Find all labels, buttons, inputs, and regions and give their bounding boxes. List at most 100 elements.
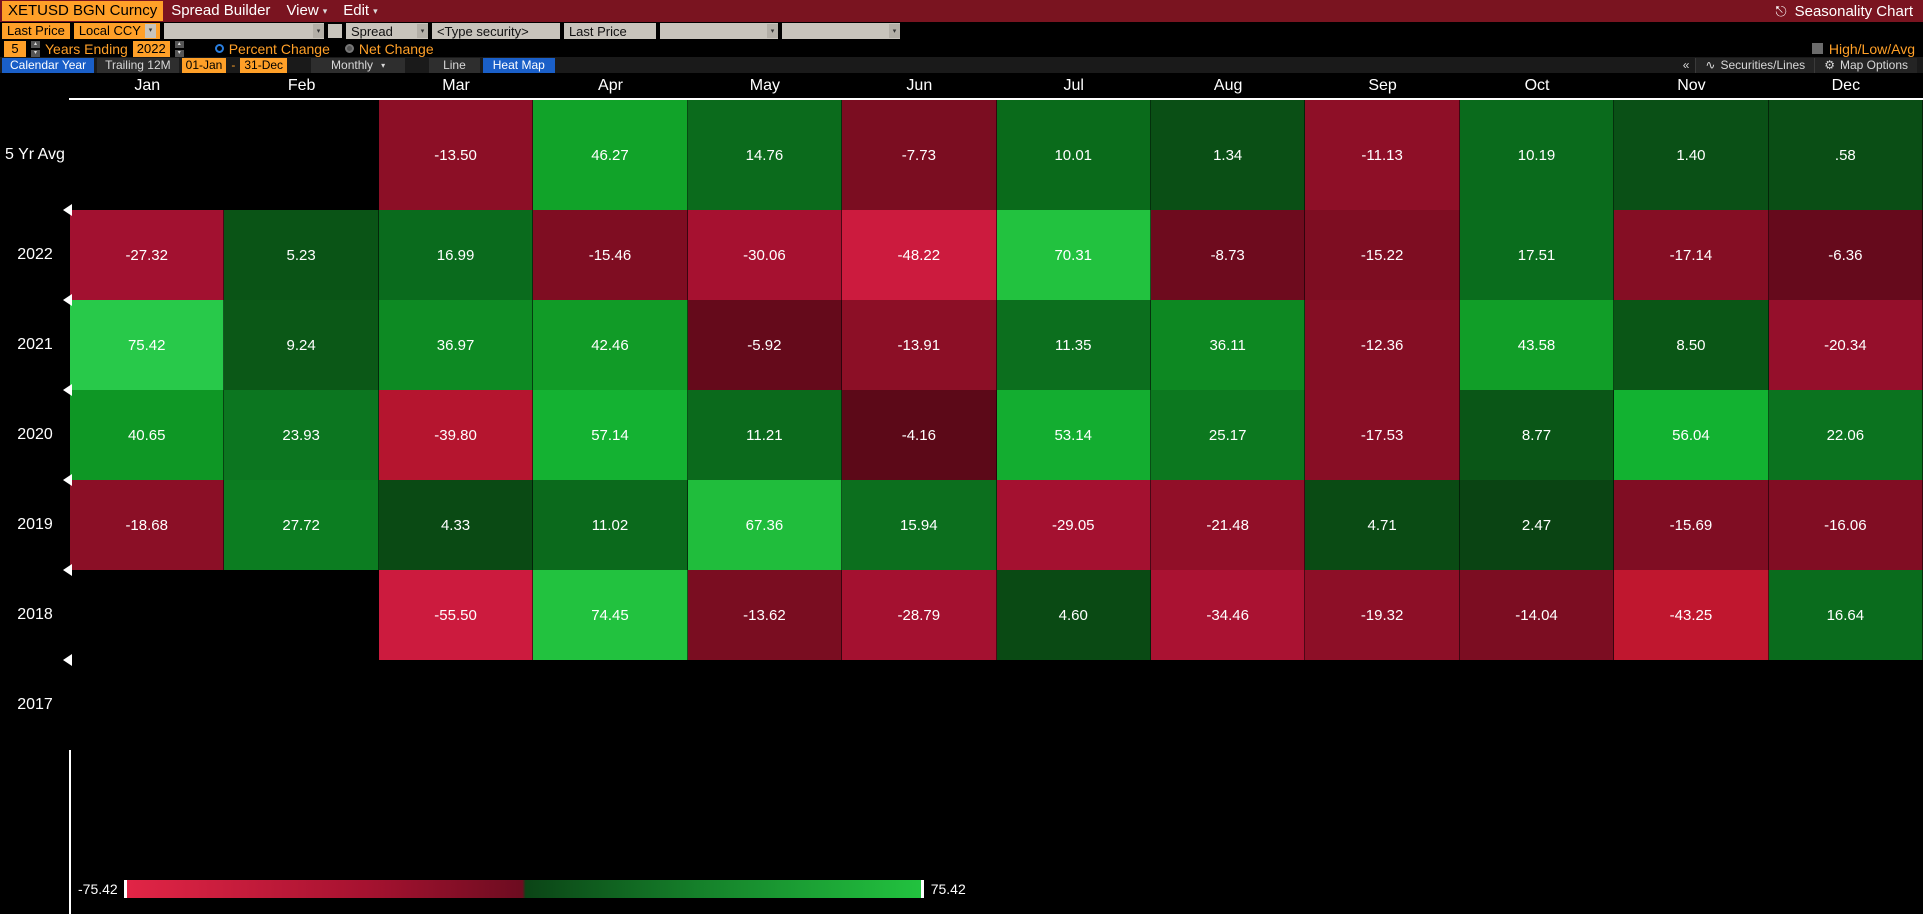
heatmap-cell[interactable] xyxy=(1305,660,1460,750)
external-link-icon[interactable]: ⎋ xyxy=(1776,4,1787,18)
tab-line[interactable]: Line xyxy=(429,57,480,73)
spread-field[interactable]: Spread ▾ xyxy=(345,23,428,39)
heatmap-cell[interactable]: 53.14 xyxy=(996,390,1151,480)
heatmap-cell[interactable]: 56.04 xyxy=(1614,390,1769,480)
heatmap-cell[interactable]: 15.94 xyxy=(842,480,997,570)
last-price-field-2[interactable]: Last Price xyxy=(563,23,656,39)
heatmap-cell[interactable]: -6.36 xyxy=(1768,210,1923,300)
heatmap-cell[interactable]: 25.17 xyxy=(1150,390,1306,480)
menu-spread-builder[interactable]: Spread Builder xyxy=(163,1,278,21)
last-price-chip[interactable]: Last Price xyxy=(2,23,70,39)
chevron-down-icon[interactable]: ▾ xyxy=(766,24,778,38)
years-count-stepper[interactable]: ▴ ▾ xyxy=(31,40,40,57)
heatmap-cell[interactable]: 4.33 xyxy=(378,480,534,570)
heatmap-cell[interactable]: -48.22 xyxy=(842,210,997,300)
heatmap-cell[interactable] xyxy=(378,660,534,750)
heatmap-cell[interactable]: -17.14 xyxy=(1614,210,1769,300)
heatmap-cell[interactable]: 10.19 xyxy=(1459,100,1615,210)
heatmap-cell[interactable]: -7.73 xyxy=(842,100,997,210)
heatmap-cell[interactable]: 57.14 xyxy=(533,390,688,480)
heatmap-cell[interactable]: -5.92 xyxy=(687,300,843,390)
blank-field-3[interactable]: ▾ xyxy=(781,23,900,39)
heatmap-cell[interactable] xyxy=(533,660,688,750)
chevron-down-icon[interactable]: ▾ xyxy=(312,24,324,38)
heatmap-cell[interactable]: 8.50 xyxy=(1614,300,1769,390)
heatmap-cell[interactable]: 27.72 xyxy=(224,480,379,570)
date-end-input[interactable]: 31-Dec xyxy=(240,57,288,73)
heatmap-cell[interactable] xyxy=(70,660,225,750)
color-swatch-button[interactable] xyxy=(327,24,342,38)
checkbox-icon[interactable] xyxy=(1811,43,1823,54)
heatmap-cell[interactable]: 17.51 xyxy=(1459,210,1615,300)
percent-change-radio[interactable]: Percent Change xyxy=(214,41,330,57)
blank-field-1[interactable]: ▾ xyxy=(163,23,324,39)
heatmap-cell[interactable]: -13.50 xyxy=(378,100,534,210)
security-ticker[interactable]: XETUSD BGN Curncy xyxy=(2,1,164,21)
heatmap-cell[interactable]: .58 xyxy=(1768,100,1923,210)
heatmap-cell[interactable]: 46.27 xyxy=(533,100,688,210)
heatmap-cell[interactable]: 22.06 xyxy=(1768,390,1923,480)
heatmap-cell[interactable]: -4.16 xyxy=(842,390,997,480)
high-low-avg-toggle[interactable]: High/Low/Avg xyxy=(1811,41,1923,57)
heatmap-cell[interactable]: -30.06 xyxy=(687,210,843,300)
heatmap-cell[interactable]: -16.06 xyxy=(1768,480,1923,570)
heatmap-cell[interactable]: -15.46 xyxy=(533,210,688,300)
heatmap-cell[interactable]: -27.32 xyxy=(70,210,225,300)
heatmap-cell[interactable]: -55.50 xyxy=(378,570,534,660)
heatmap-cell[interactable]: -13.91 xyxy=(842,300,997,390)
heatmap-cell[interactable] xyxy=(224,660,379,750)
heatmap-cell[interactable]: 4.60 xyxy=(996,570,1151,660)
securities-lines-button[interactable]: ∿ Securities/Lines xyxy=(1695,57,1815,73)
stepper-up-icon[interactable]: ▴ xyxy=(174,40,184,48)
stepper-down-icon[interactable]: ▾ xyxy=(31,49,40,57)
menu-view[interactable]: View ▾ xyxy=(278,1,335,21)
menu-edit[interactable]: Edit ▾ xyxy=(335,1,385,21)
net-change-radio[interactable]: Net Change xyxy=(344,41,434,57)
heatmap-cell[interactable]: 11.35 xyxy=(996,300,1151,390)
heatmap-cell[interactable]: -13.62 xyxy=(687,570,843,660)
heatmap-cell[interactable]: 23.93 xyxy=(224,390,379,480)
radio-selected-icon[interactable] xyxy=(214,44,224,53)
heatmap-cell[interactable]: 36.97 xyxy=(378,300,534,390)
local-ccy-dropdown[interactable]: Local CCY ▾ xyxy=(73,23,160,39)
heatmap-cell[interactable]: 5.23 xyxy=(224,210,379,300)
chevron-down-icon[interactable]: ▾ xyxy=(144,24,156,38)
map-options-button[interactable]: ⚙ Map Options xyxy=(1814,57,1917,73)
heatmap-cell[interactable] xyxy=(224,100,379,210)
ending-year-input[interactable]: 2022 xyxy=(132,40,170,57)
heatmap-cell[interactable]: -14.04 xyxy=(1459,570,1615,660)
heatmap-cell[interactable] xyxy=(1459,660,1615,750)
heatmap-cell[interactable]: -43.25 xyxy=(1614,570,1769,660)
type-security-input[interactable]: <Type security> xyxy=(431,23,560,39)
heatmap-cell[interactable] xyxy=(70,100,225,210)
heatmap-cell[interactable]: -39.80 xyxy=(378,390,534,480)
heatmap-cell[interactable]: -15.69 xyxy=(1614,480,1769,570)
heatmap-cell[interactable] xyxy=(996,660,1151,750)
heatmap-cell[interactable] xyxy=(842,660,997,750)
heatmap-cell[interactable]: 42.46 xyxy=(533,300,688,390)
heatmap-cell[interactable]: -8.73 xyxy=(1150,210,1306,300)
heatmap-cell[interactable]: -19.32 xyxy=(1305,570,1460,660)
heatmap-cell[interactable]: -12.36 xyxy=(1305,300,1460,390)
heatmap-cell[interactable] xyxy=(1614,660,1769,750)
heatmap-cell[interactable]: 67.36 xyxy=(687,480,843,570)
stepper-down-icon[interactable]: ▾ xyxy=(174,49,184,57)
heatmap-cell[interactable]: -17.53 xyxy=(1305,390,1460,480)
heatmap-cell[interactable]: 43.58 xyxy=(1459,300,1615,390)
heatmap-cell[interactable] xyxy=(224,570,379,660)
heatmap-cell[interactable]: -15.22 xyxy=(1305,210,1460,300)
heatmap-cell[interactable]: 40.65 xyxy=(70,390,225,480)
heatmap-cell[interactable] xyxy=(1768,660,1923,750)
heatmap-cell[interactable]: -20.34 xyxy=(1768,300,1923,390)
chevron-down-icon[interactable]: ▾ xyxy=(888,24,900,38)
heatmap-cell[interactable]: 10.01 xyxy=(996,100,1151,210)
heatmap-cell[interactable]: 74.45 xyxy=(533,570,688,660)
heatmap-cell[interactable]: 14.76 xyxy=(687,100,843,210)
heatmap-cell[interactable]: 11.02 xyxy=(533,480,688,570)
stepper-up-icon[interactable]: ▴ xyxy=(31,40,40,48)
heatmap-cell[interactable]: 11.21 xyxy=(687,390,843,480)
heatmap-cell[interactable] xyxy=(70,570,225,660)
heatmap-cell[interactable]: -11.13 xyxy=(1305,100,1460,210)
radio-unselected-icon[interactable] xyxy=(344,44,354,53)
period-dropdown[interactable]: Monthly ▾ xyxy=(311,57,406,73)
